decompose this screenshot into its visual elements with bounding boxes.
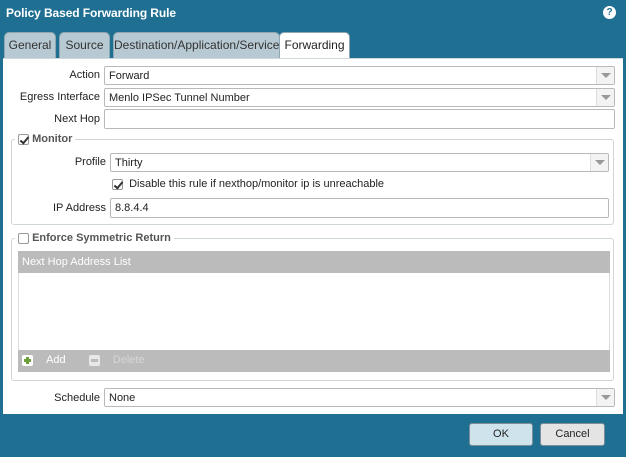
chevron-down-icon[interactable] (596, 89, 614, 106)
egress-interface-label: Egress Interface (19, 91, 100, 103)
ok-button[interactable]: OK (469, 423, 533, 446)
schedule-value: None (109, 392, 136, 404)
dialog-title: Policy Based Forwarding Rule (6, 6, 176, 20)
list-toolbar: Add Delete (18, 350, 610, 372)
minus-icon (88, 354, 100, 366)
cancel-button[interactable]: Cancel (540, 423, 605, 446)
disable-rule-label: Disable this rule if nexthop/monitor ip … (129, 178, 385, 191)
chevron-down-icon[interactable] (596, 67, 614, 84)
symmetric-return-legend-label: Enforce Symmetric Return (32, 232, 171, 244)
monitor-checkbox[interactable] (18, 133, 29, 145)
ip-address-label: IP Address (53, 202, 106, 214)
tab-forwarding[interactable]: Forwarding (279, 32, 350, 59)
action-select[interactable]: Forward (104, 66, 615, 85)
next-hop-label: Next Hop (54, 113, 100, 125)
symmetric-return-checkbox[interactable] (18, 232, 29, 244)
disable-rule-option[interactable]: Disable this rule if nexthop/monitor ip … (112, 178, 384, 190)
chevron-down-icon[interactable] (590, 154, 608, 171)
egress-interface-select[interactable]: Menlo IPSec Tunnel Number (104, 88, 615, 107)
tab-general[interactable]: General (4, 32, 56, 58)
delete-label: Delete (112, 354, 145, 367)
profile-label: Profile (74, 156, 106, 168)
help-icon[interactable]: ? (603, 6, 616, 19)
next-hop-address-list-header: Next Hop Address List (18, 251, 610, 273)
tab-source[interactable]: Source (59, 32, 110, 58)
monitor-legend-label: Monitor (32, 133, 73, 145)
next-hop-input[interactable] (104, 109, 615, 129)
delete-button[interactable]: Delete (88, 354, 155, 367)
chevron-down-icon[interactable] (596, 389, 614, 406)
title-bar: Policy Based Forwarding Rule ? (0, 0, 626, 28)
profile-select[interactable]: Thirty (110, 153, 609, 172)
action-value: Forward (109, 70, 150, 82)
disable-rule-checkbox[interactable] (112, 178, 123, 190)
action-label: Action (69, 69, 100, 81)
schedule-select[interactable]: None (104, 388, 615, 407)
plus-icon (22, 354, 33, 366)
egress-interface-value: Menlo IPSec Tunnel Number (109, 92, 250, 104)
ip-address-input[interactable]: 8.8.4.4 (110, 198, 609, 218)
monitor-legend: Monitor (15, 133, 76, 145)
symmetric-return-legend: Enforce Symmetric Return (15, 232, 174, 244)
add-button[interactable]: Add (22, 354, 79, 366)
schedule-label: Schedule (54, 392, 100, 404)
next-hop-address-list (18, 273, 610, 350)
add-label: Add (46, 354, 66, 367)
forwarding-panel: Action Forward Egress Interface Menlo IP… (3, 58, 623, 414)
tab-destination-application-service[interactable]: Destination/Application/Service (113, 32, 280, 58)
profile-value: Thirty (115, 157, 143, 169)
